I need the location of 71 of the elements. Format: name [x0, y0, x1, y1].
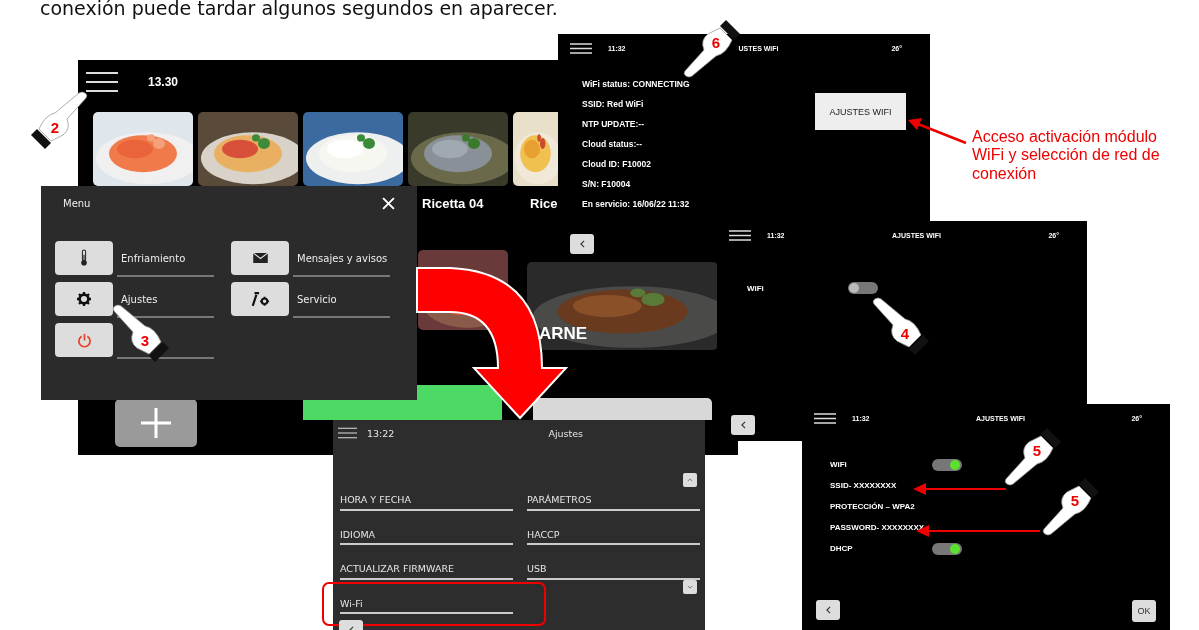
chevron-up-icon [687, 478, 693, 482]
status-line: WiFi status: CONNECTING [582, 78, 691, 91]
menu-icon[interactable] [729, 229, 751, 241]
step-number: 5 [1032, 441, 1042, 459]
status-line: S/N: F10004 [582, 178, 632, 191]
screen-title: Ajustes [548, 427, 584, 439]
status-line: En servicio: 16/06/22 11:32 [582, 198, 691, 211]
thermometer-icon [80, 249, 88, 267]
back-button[interactable] [570, 234, 594, 254]
toggle-switch[interactable] [848, 282, 878, 294]
gear-icon [77, 292, 91, 306]
menu-icon-button[interactable] [231, 241, 289, 275]
menu-item-label[interactable]: Servicio [293, 282, 390, 318]
back-button[interactable] [816, 600, 840, 620]
wrench-gear-icon [250, 291, 270, 307]
envelope-icon [252, 253, 268, 263]
chevron-left-icon [825, 606, 831, 614]
status-line: SSID: Red WiFi [582, 98, 645, 111]
step-number: 2 [50, 118, 60, 136]
setting-label: DHCP [830, 544, 854, 553]
menu-item-label[interactable]: Mensajes y avisos [293, 241, 390, 277]
menu-icon-button[interactable] [55, 241, 113, 275]
back-button[interactable] [731, 415, 755, 435]
scroll-down-button[interactable] [683, 580, 697, 594]
setting-value[interactable]: SSID- XXXXXXXX [830, 481, 897, 490]
plus-icon [141, 408, 171, 438]
settings-item[interactable]: ACTUALIZAR FIRMWARE [340, 559, 513, 580]
chevron-left-icon [740, 421, 746, 429]
ok-button[interactable]: OK [1132, 600, 1156, 622]
menu-icon[interactable] [570, 42, 592, 54]
recipe-label: Rice [530, 195, 558, 211]
close-icon[interactable] [382, 196, 395, 210]
setting-value[interactable]: PASSWORD- XXXXXXXX [830, 523, 925, 532]
wifi-label: WiFi [747, 283, 765, 293]
wifi-settings-button[interactable]: AJUSTES WIFI [815, 93, 906, 130]
settings-item[interactable]: IDIOMA [340, 525, 513, 545]
setting-label: WiFi [830, 460, 848, 469]
pointer-arrow [908, 118, 967, 145]
recipe-label: Ricetta 04 [422, 195, 484, 211]
settings-item[interactable]: HACCP [527, 525, 700, 545]
clock-time: 13:22 [367, 427, 395, 439]
settings-item[interactable]: HORA Y FECHA [340, 490, 513, 511]
menu-title: Menu [63, 197, 91, 209]
power-icon [76, 332, 92, 348]
step-number: 3 [140, 331, 150, 349]
menu-item-label[interactable]: Enfriamiento [117, 241, 214, 277]
chevron-left-icon [579, 240, 585, 248]
step-number: 4 [900, 324, 910, 342]
caption-text: conexión puede tardar algunos segundos en aparecer. [40, 0, 558, 19]
setting-value[interactable]: PROTECCIÓN – WPA2 [830, 502, 915, 511]
menu-icon[interactable] [338, 427, 357, 439]
menu-icon-button[interactable] [55, 282, 113, 316]
menu-icon[interactable] [86, 72, 118, 92]
settings-item[interactable]: Wi-Fi [340, 594, 513, 614]
settings-item[interactable]: USB [527, 559, 700, 580]
scroll-up-button[interactable] [683, 473, 697, 487]
menu-icon-button[interactable] [231, 282, 289, 316]
add-button[interactable] [115, 399, 197, 447]
category-label: ARNE [539, 324, 588, 344]
annotation-text: Acceso activación módulo WiFi y selección de red de conexión [972, 128, 1161, 184]
toggle-switch[interactable] [932, 542, 962, 555]
step-number: 6 [711, 33, 721, 51]
clock-time: 13.30 [148, 75, 179, 89]
status-line: Cloud status:-- [582, 138, 643, 151]
settings-item[interactable]: PARÁMETROS [527, 490, 700, 511]
toggle-switch[interactable] [932, 458, 962, 471]
step-number: 5 [1070, 491, 1080, 509]
status-line: Cloud ID: F10002 [582, 158, 652, 171]
status-line: NTP UPDATE:-- [582, 118, 645, 131]
menu-icon[interactable] [814, 412, 836, 424]
chevron-down-icon [687, 585, 693, 589]
